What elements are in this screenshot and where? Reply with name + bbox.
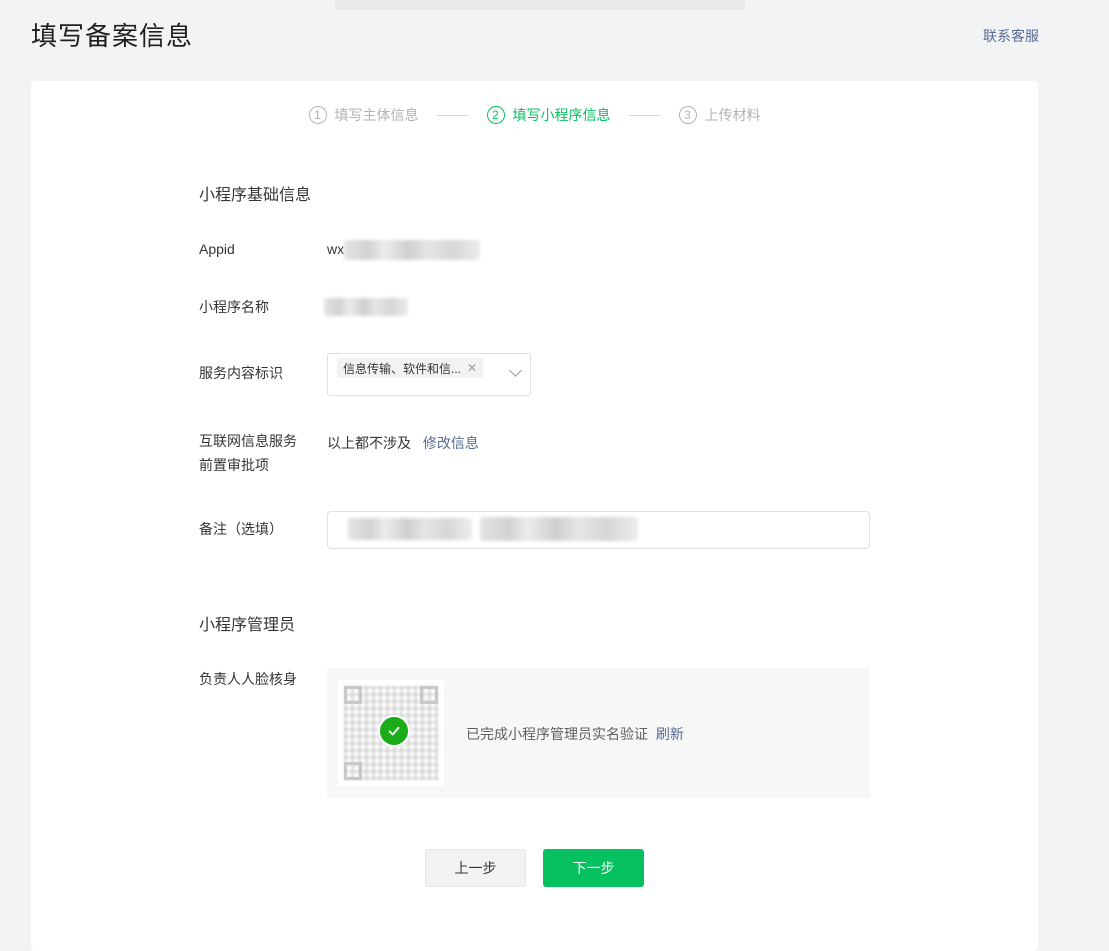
step-1: 1 填写主体信息 [308, 105, 419, 125]
next-step-button[interactable]: 下一步 [543, 849, 644, 887]
verify-status-text: 已完成小程序管理员实名验证 [466, 726, 648, 742]
step-number: 1 [308, 106, 327, 124]
service-tag: 信息传输、软件和信... ✕ [337, 358, 484, 378]
step-label: 填写主体信息 [334, 107, 419, 123]
prev-step-button[interactable]: 上一步 [425, 849, 526, 887]
admin-section-title: 小程序管理员 [199, 617, 296, 634]
step-3: 3 上传材料 [678, 105, 761, 125]
mini-program-name-label: 小程序名称 [199, 299, 269, 315]
check-icon [378, 715, 410, 747]
appid-label: Appid [199, 241, 235, 257]
appid-prefix: wx [327, 241, 345, 257]
contact-support-link[interactable]: 联系客服 [983, 26, 1039, 46]
qr-finder [420, 686, 438, 704]
service-tag-label: 信息传输、软件和信... [343, 361, 462, 376]
qr-finder [344, 762, 362, 780]
step-label: 填写小程序信息 [512, 107, 611, 123]
prereq-label-line2: 前置审批项 [199, 457, 269, 473]
prereq-value-text: 以上都不涉及 [327, 435, 411, 451]
prereq-approval-value: 以上都不涉及 修改信息 [327, 433, 479, 453]
step-number: 3 [678, 106, 697, 124]
page-title: 填写备案信息 [31, 21, 194, 51]
face-verify-panel: 已完成小程序管理员实名验证 刷新 [327, 668, 870, 798]
step-number: 2 [486, 106, 505, 124]
modify-info-link[interactable]: 修改信息 [423, 435, 479, 451]
remark-redacted-2 [480, 517, 638, 541]
prereq-approval-label: 互联网信息服务 前置审批项 [199, 429, 297, 477]
appid-redacted [344, 240, 480, 260]
step-2: 2 填写小程序信息 [486, 105, 611, 125]
basic-info-section-title: 小程序基础信息 [199, 187, 312, 204]
prereq-label-line1: 互联网信息服务 [199, 433, 297, 449]
qr-finder [344, 686, 362, 704]
form-card: 1 填写主体信息 2 填写小程序信息 3 上传材料 小程序基础信息 Appid … [31, 81, 1038, 951]
step-divider [436, 114, 469, 116]
top-scroll-sliver [335, 0, 745, 10]
service-content-label: 服务内容标识 [199, 365, 283, 381]
stepper: 1 填写主体信息 2 填写小程序信息 3 上传材料 [31, 105, 1038, 125]
remark-label: 备注（选填） [199, 521, 283, 537]
service-content-select[interactable]: 信息传输、软件和信... ✕ [327, 353, 531, 396]
chevron-down-icon[interactable] [509, 364, 522, 377]
mini-program-name-redacted [324, 298, 408, 316]
step-divider [628, 114, 661, 116]
verify-status: 已完成小程序管理员实名验证 刷新 [466, 724, 684, 744]
qr-code [338, 680, 444, 786]
remark-redacted-1 [348, 518, 472, 540]
close-icon[interactable]: ✕ [467, 361, 477, 375]
refresh-link[interactable]: 刷新 [656, 726, 684, 742]
face-verify-label: 负责人人脸核身 [199, 671, 297, 687]
remark-input[interactable] [327, 511, 870, 549]
step-label: 上传材料 [704, 107, 761, 123]
